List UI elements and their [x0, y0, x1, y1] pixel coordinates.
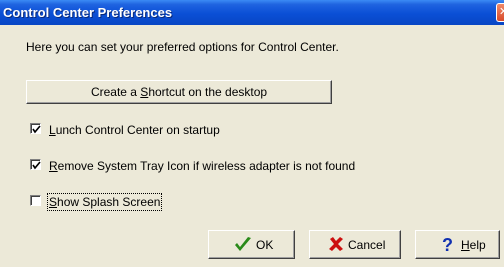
cancel-button[interactable]: Cancel — [309, 230, 401, 259]
option-label-launch: Lunch Control Center on startup — [49, 123, 220, 137]
svg-text:?: ? — [442, 236, 453, 254]
check-mark-icon — [32, 161, 41, 170]
window-title: Control Center Preferences — [3, 5, 173, 20]
checkbox-launch-on-startup[interactable] — [30, 123, 41, 134]
checkbox-remove-tray-icon[interactable] — [30, 159, 41, 170]
checkmark-icon — [235, 237, 251, 251]
question-mark-icon: ? — [442, 236, 453, 254]
option-label-splash: Show Splash Screen — [46, 193, 163, 211]
create-shortcut-button[interactable]: Create a Shortcut on the desktop — [26, 80, 332, 104]
check-mark-icon — [32, 125, 41, 134]
close-icon: ✕ — [499, 6, 504, 18]
option-label-remove-tray: Remove System Tray Icon if wireless adap… — [49, 159, 356, 173]
checkbox-show-splash-screen[interactable] — [30, 195, 41, 206]
help-button[interactable]: ? Help — [415, 230, 500, 259]
ok-button[interactable]: OK — [208, 230, 295, 259]
intro-text: Here you can set your preferred options … — [26, 40, 339, 54]
cancel-label: Cancel — [348, 238, 386, 252]
x-icon — [329, 237, 343, 251]
title-bar[interactable]: Control Center Preferences ✕ — [0, 0, 504, 25]
help-label: Help — [461, 238, 486, 252]
ok-label: OK — [256, 238, 274, 252]
shortcut-label-post: hortcut on the desktop — [148, 85, 268, 99]
shortcut-label-pre: Create a — [90, 85, 141, 99]
preferences-window: Control Center Preferences ✕ Here you ca… — [0, 0, 504, 267]
close-button[interactable]: ✕ — [496, 3, 504, 22]
